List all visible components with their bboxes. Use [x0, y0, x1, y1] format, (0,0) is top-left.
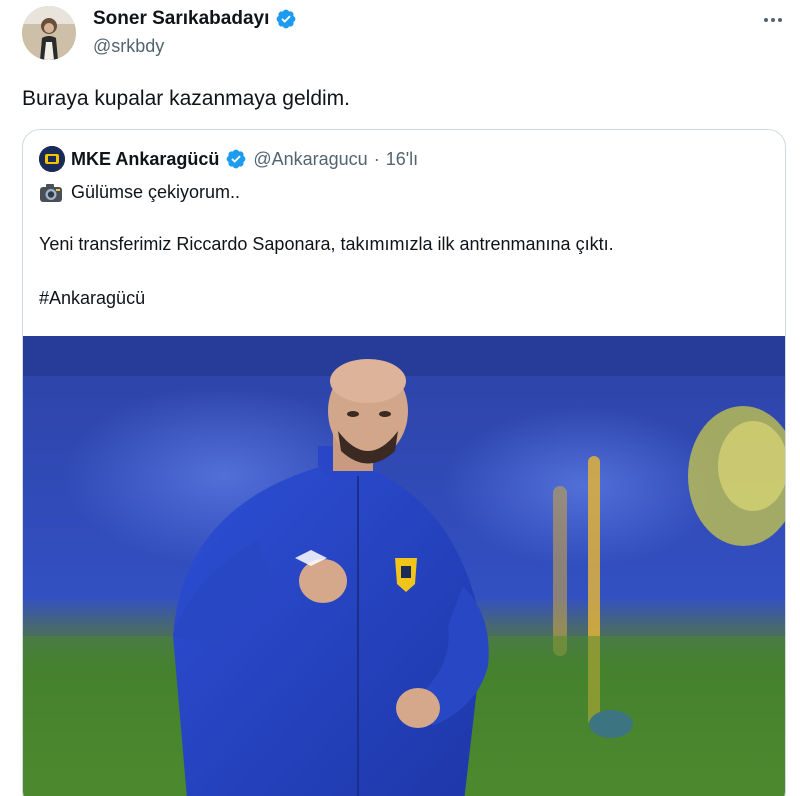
quoted-tweet-header: MKE Ankaragücü @Ankaragucu · 16'lı	[39, 146, 418, 172]
author-name[interactable]: Soner Sarıkabadayı	[93, 8, 297, 30]
quoted-avatar[interactable]	[39, 146, 65, 172]
tweet-card: Soner Sarıkabadayı @srkbdy Buraya kupala…	[0, 0, 800, 796]
quoted-photo[interactable]	[23, 336, 785, 796]
tweet-text: Buraya kupalar kazanmaya geldim.	[22, 87, 351, 110]
author-handle[interactable]: @srkbdy	[93, 36, 164, 57]
quoted-line-1-text: Gülümse çekiyorum..	[71, 182, 241, 202]
quoted-line-1: Gülümse çekiyorum..	[39, 182, 240, 203]
camera-emoji-icon	[40, 183, 62, 202]
quoted-hashtag[interactable]: #Ankaragücü	[39, 288, 145, 309]
quoted-time[interactable]: 16'lı	[386, 149, 418, 170]
quoted-line-2: Yeni transferimiz Riccardo Saponara, tak…	[39, 234, 614, 254]
verified-badge-icon	[226, 149, 246, 169]
quoted-handle[interactable]: @Ankaragucu	[253, 149, 367, 170]
author-name-text[interactable]: Soner Sarıkabadayı	[93, 8, 269, 30]
verified-badge-icon	[276, 9, 296, 29]
more-options-icon[interactable]	[760, 8, 786, 32]
author-avatar[interactable]	[22, 6, 76, 60]
quoted-tweet[interactable]: MKE Ankaragücü @Ankaragucu · 16'lı Gülüm…	[22, 129, 786, 796]
quoted-name[interactable]: MKE Ankaragücü	[71, 149, 219, 170]
quoted-separator: ·	[373, 148, 380, 169]
